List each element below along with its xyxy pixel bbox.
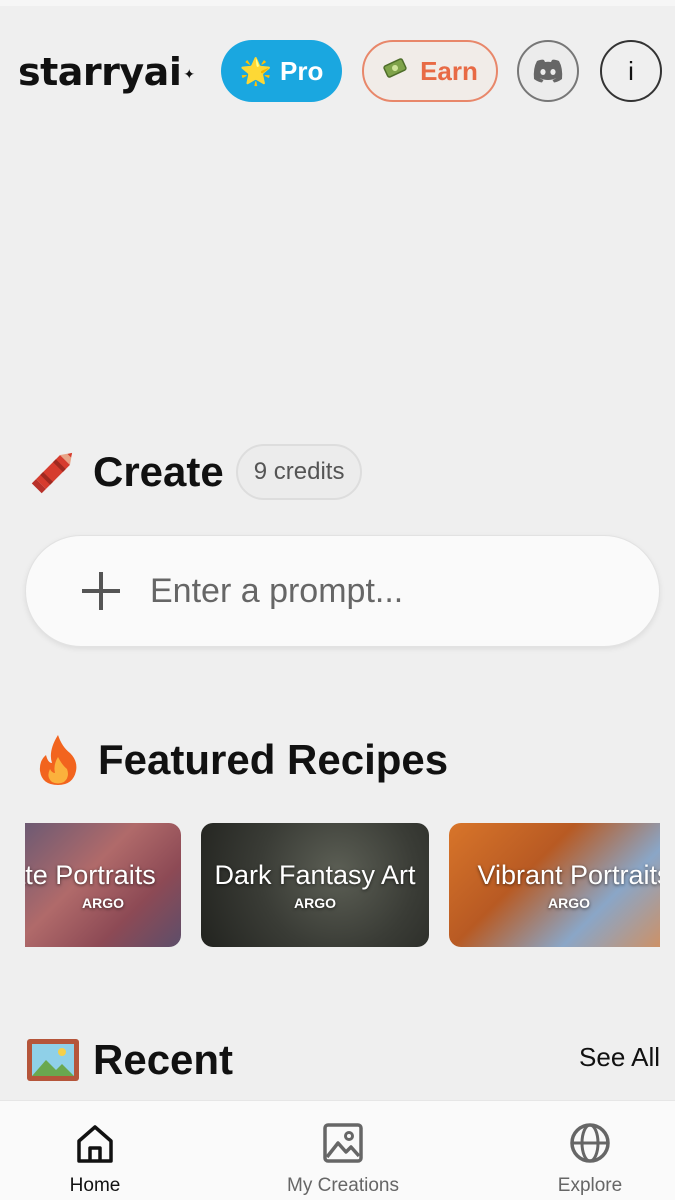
nav-item-my-creations[interactable]: My Creations (258, 1119, 428, 1197)
prompt-input[interactable]: Enter a prompt... (25, 535, 660, 647)
nav-item-explore[interactable]: Explore (505, 1119, 675, 1197)
recipe-card[interactable]: ate Portraits ARGO (25, 823, 181, 947)
create-section-header: Create 9 credits (25, 440, 363, 504)
recipe-card[interactable]: Dark Fantasy Art ARGO (201, 823, 429, 947)
app-logo: starryai ✦ (18, 50, 195, 94)
globe-icon (570, 1123, 610, 1163)
nav-label-explore: Explore (557, 1175, 623, 1196)
plus-icon[interactable] (80, 570, 122, 612)
earn-button[interactable]: Earn (362, 40, 498, 102)
recipe-title: Vibrant Portraits (477, 859, 660, 890)
nav-item-home[interactable]: Home (10, 1119, 180, 1197)
nav-label-home: Home (69, 1175, 121, 1196)
money-icon (382, 53, 412, 90)
recipe-title: Dark Fantasy Art (214, 859, 416, 890)
prompt-placeholder: Enter a prompt... (150, 571, 404, 610)
top-bar: starryai ✦ 🌟 Pro Earn i (0, 30, 675, 114)
pro-label: Pro (280, 55, 324, 86)
pro-button[interactable]: 🌟 Pro (221, 40, 342, 102)
bottom-nav: Home My Creations Explore (0, 1100, 675, 1200)
info-button[interactable]: i (600, 40, 662, 102)
recipe-card[interactable]: Vibrant Portraits ARGO (449, 823, 660, 947)
framed-picture-icon (25, 1032, 81, 1088)
home-icon (77, 1125, 113, 1163)
recipe-tag: ARGO (82, 894, 124, 911)
featured-title: Featured Recipes (98, 736, 449, 783)
discord-button[interactable] (517, 40, 579, 102)
recipe-title: ate Portraits (25, 859, 156, 890)
recent-section-header: Recent (25, 1028, 233, 1092)
recipe-tag: ARGO (294, 894, 336, 911)
credits-badge: 9 credits (235, 444, 363, 500)
recipe-tag: ARGO (548, 894, 590, 911)
featured-section-header: Featured Recipes (30, 728, 448, 792)
image-icon (323, 1123, 363, 1163)
info-icon: i (628, 55, 634, 86)
recipe-carousel[interactable]: ate Portraits ARGO Dark Fantasy Art ARGO… (25, 823, 660, 947)
earn-label: Earn (420, 55, 478, 86)
fire-icon (30, 732, 86, 788)
create-title: Create (93, 448, 224, 495)
status-strip (0, 0, 675, 6)
recent-title: Recent (93, 1036, 234, 1083)
discord-icon (533, 59, 563, 83)
crayon-icon (25, 444, 81, 500)
see-all-link[interactable]: See All (560, 1042, 660, 1073)
sparkle-icon: 🌟 (239, 55, 273, 86)
nav-label-my-creations: My Creations (287, 1175, 399, 1196)
